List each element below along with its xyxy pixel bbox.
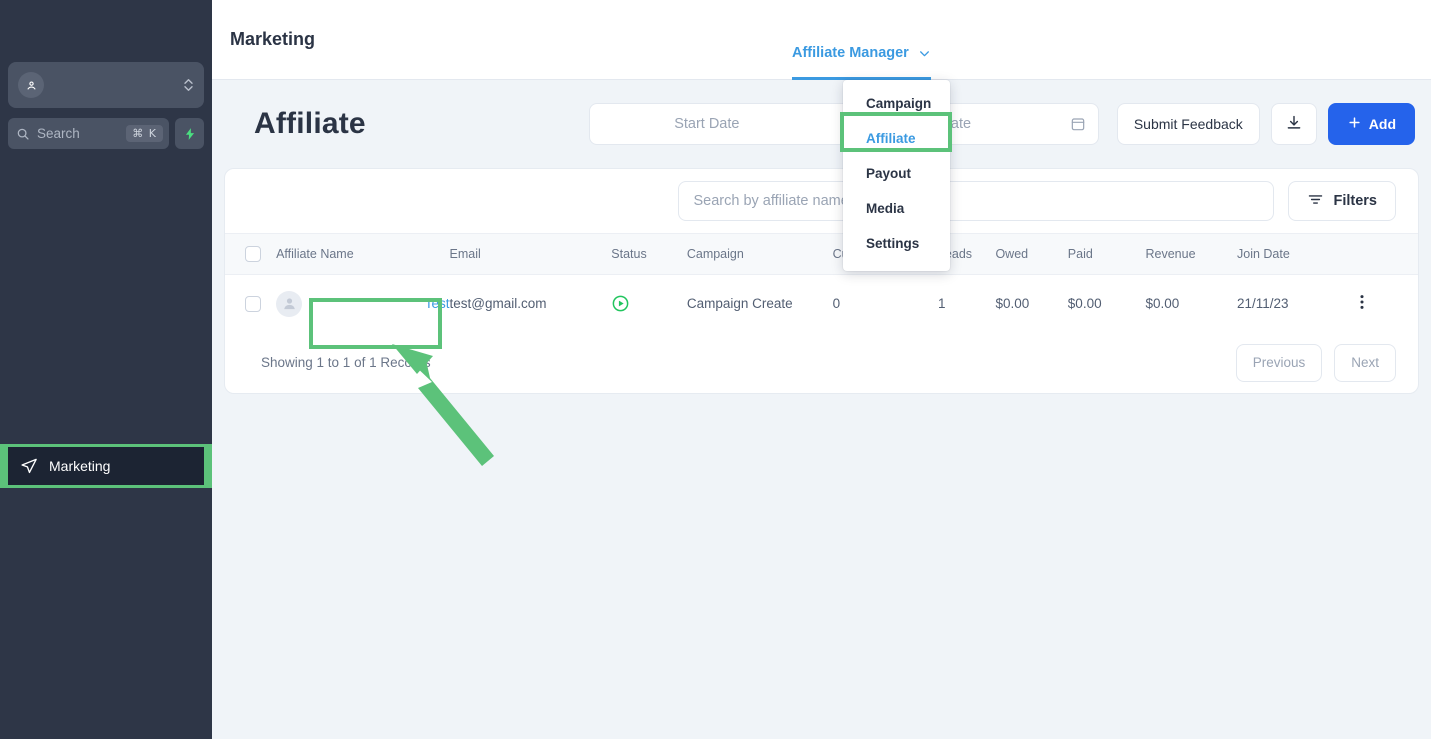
column-join-date: Join Date xyxy=(1237,247,1290,261)
status-cell xyxy=(611,275,687,333)
app-root: Search ⌘ K Marketing Marketing Affiliate… xyxy=(0,0,1431,739)
affiliate-name-link[interactable]: Test xyxy=(425,296,450,311)
calendar-icon xyxy=(1058,116,1098,132)
revenue-cell: $0.00 xyxy=(1145,296,1180,312)
column-actions xyxy=(1354,234,1418,275)
add-button[interactable]: Add xyxy=(1327,103,1415,145)
page-heading-row: Affiliate Start Date End Date Submit Fee… xyxy=(212,80,1431,168)
row-actions-cell xyxy=(1354,275,1418,333)
table-head: Affiliate Name Email Status Campaign Cus… xyxy=(225,233,1418,275)
dropdown-item-settings[interactable]: Settings xyxy=(843,226,950,261)
plus-icon xyxy=(1347,115,1362,133)
tab-bar: Affiliate Manager xyxy=(792,0,931,80)
affiliate-search-input[interactable]: Search by affiliate name and email xyxy=(678,181,1275,221)
main-area: Marketing Affiliate Manager Affiliate St… xyxy=(212,0,1431,739)
lightning-bolt-icon[interactable] xyxy=(175,118,204,149)
affiliate-heading: Affiliate xyxy=(254,107,366,140)
affiliate-table-card: Search by affiliate name and email Filte… xyxy=(224,168,1419,394)
workspace-selector[interactable] xyxy=(8,62,204,108)
avatar xyxy=(276,290,303,317)
filter-lines-icon xyxy=(1307,191,1324,212)
submit-feedback-button[interactable]: Submit Feedback xyxy=(1116,103,1260,145)
search-icon xyxy=(16,127,30,141)
records-count: Showing 1 to 1 of 1 Records xyxy=(261,355,431,370)
affiliate-name-cell: Test xyxy=(276,275,450,333)
page-title: Marketing xyxy=(230,29,316,49)
column-paid: Paid xyxy=(1067,247,1093,261)
customers-cell: 0 xyxy=(832,296,841,312)
table-footer: Showing 1 to 1 of 1 Records Previous Nex… xyxy=(225,333,1418,393)
column-revenue: Revenue xyxy=(1145,247,1196,261)
sidebar-item-marketing[interactable]: Marketing xyxy=(8,447,204,485)
topbar: Marketing Affiliate Manager xyxy=(212,0,1431,80)
select-all-header xyxy=(225,234,276,275)
affiliate-table: Affiliate Name Email Status Campaign Cus… xyxy=(225,233,1418,333)
download-icon xyxy=(1285,114,1303,135)
column-owed: Owed xyxy=(995,247,1029,261)
affiliate-name-content: Test xyxy=(276,290,450,317)
row-checkbox[interactable] xyxy=(245,295,261,312)
next-page-button[interactable]: Next xyxy=(1334,343,1396,382)
table-toolbar: Search by affiliate name and email Filte… xyxy=(225,169,1418,233)
column-campaign: Campaign xyxy=(686,247,744,261)
column-email: Email xyxy=(449,247,481,261)
table-body: Test test@gmail.com Campaign Create 0 1 xyxy=(225,275,1418,333)
send-paper-plane-icon xyxy=(20,457,38,475)
tab-affiliate-manager[interactable]: Affiliate Manager xyxy=(792,0,931,80)
filters-button[interactable]: Filters xyxy=(1288,181,1396,221)
dropdown-item-campaign[interactable]: Campaign xyxy=(843,86,950,121)
owed-cell: $0.00 xyxy=(995,296,1030,312)
sidebar-item-marketing-highlight: Marketing xyxy=(0,444,212,488)
dropdown-item-media[interactable]: Media xyxy=(843,191,950,226)
email-cell: test@gmail.com xyxy=(449,296,547,312)
search-shortcut-badge: ⌘ K xyxy=(126,125,163,142)
sidebar: Search ⌘ K Marketing xyxy=(0,0,212,739)
more-vertical-icon[interactable] xyxy=(1354,295,1370,315)
select-all-checkbox[interactable] xyxy=(245,246,261,262)
affiliate-manager-dropdown-menu: Campaign Affiliate Payout Media Settings xyxy=(843,80,950,271)
download-button[interactable] xyxy=(1270,103,1317,145)
leads-cell: 1 xyxy=(937,296,946,312)
sidebar-item-label: Marketing xyxy=(49,458,111,474)
dropdown-item-affiliate[interactable]: Affiliate xyxy=(843,121,950,156)
search-placeholder: Search xyxy=(37,126,80,141)
previous-page-button[interactable]: Previous xyxy=(1235,343,1323,382)
tab-label: Affiliate Manager xyxy=(792,45,909,61)
campaign-cell: Campaign Create xyxy=(686,296,793,312)
join-date-cell: 21/11/23 xyxy=(1237,296,1289,312)
start-date-input[interactable]: Start Date xyxy=(590,116,824,132)
column-affiliate-name: Affiliate Name xyxy=(276,247,354,261)
filters-label: Filters xyxy=(1333,193,1377,209)
dropdown-item-payout[interactable]: Payout xyxy=(843,156,950,191)
table-header-row: Affiliate Name Email Status Campaign Cus… xyxy=(225,233,1418,275)
up-down-chevrons-icon xyxy=(183,78,194,92)
column-status: Status xyxy=(611,247,647,261)
add-button-label: Add xyxy=(1368,116,1396,132)
play-circle-icon[interactable] xyxy=(611,294,687,313)
user-location-icon xyxy=(18,72,44,98)
sidebar-search-row: Search ⌘ K xyxy=(8,118,204,149)
paid-cell: $0.00 xyxy=(1067,296,1102,312)
table-row[interactable]: Test test@gmail.com Campaign Create 0 1 xyxy=(225,275,1418,333)
row-select-cell xyxy=(225,275,276,333)
search-input[interactable]: Search ⌘ K xyxy=(8,118,169,149)
chevron-down-icon xyxy=(918,47,931,61)
